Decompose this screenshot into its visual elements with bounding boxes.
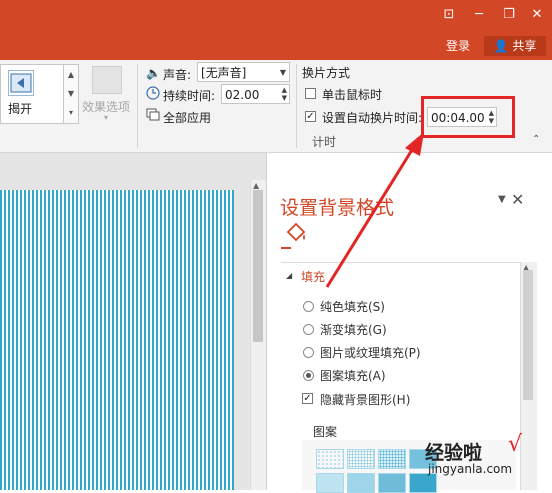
watermark-url: jingyanla.com — [428, 462, 513, 476]
annotation-arrow — [325, 132, 424, 288]
watermark-brand: 经验啦 — [425, 442, 483, 464]
watermark-check: √ — [508, 432, 523, 457]
